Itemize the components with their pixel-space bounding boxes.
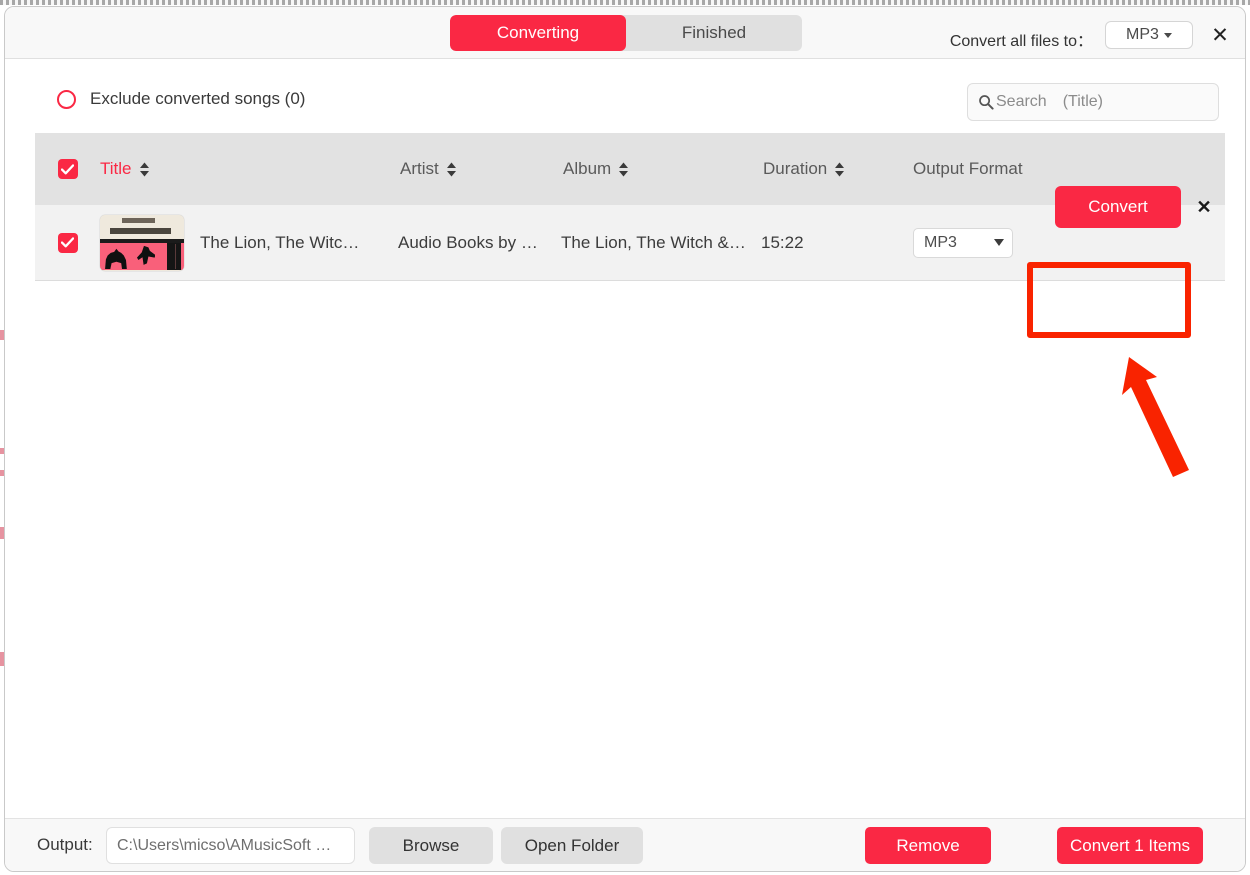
album-cover-image xyxy=(100,214,184,271)
remove-button[interactable]: Remove xyxy=(865,827,991,864)
column-header-output-format: Output Format xyxy=(913,159,1023,179)
column-header-title-label: Title xyxy=(100,159,132,178)
check-icon xyxy=(61,237,74,248)
column-header-album[interactable]: Album xyxy=(563,159,763,179)
cell-duration: 15:22 xyxy=(761,232,804,252)
window-top-edge-strip xyxy=(0,0,1250,5)
tab-finished[interactable]: Finished xyxy=(626,15,802,51)
radio-icon[interactable] xyxy=(57,89,76,109)
window-header: Converting Finished Convert all files to… xyxy=(5,7,1245,59)
convert-all-format-dropdown[interactable]: MP3 xyxy=(1105,21,1193,49)
open-folder-button[interactable]: Open Folder xyxy=(501,827,643,864)
column-header-artist[interactable]: Artist xyxy=(400,159,563,179)
tab-converting[interactable]: Converting xyxy=(450,15,626,51)
search-icon xyxy=(979,95,994,110)
remove-row-icon[interactable]: ✕ xyxy=(1195,197,1213,217)
column-header-duration-label: Duration xyxy=(763,159,828,178)
cell-title: The Lion, The Witc… xyxy=(200,232,360,252)
sort-icon xyxy=(139,162,149,176)
chevron-down-icon xyxy=(994,239,1004,246)
row-select-cell xyxy=(35,232,100,253)
row-checkbox[interactable] xyxy=(57,232,78,253)
album-art-cell xyxy=(100,214,200,271)
column-header-output-format-label: Output Format xyxy=(913,159,1023,178)
column-header-duration[interactable]: Duration xyxy=(763,159,913,179)
tab-bar: Converting Finished xyxy=(450,15,802,51)
close-icon[interactable]: ✕ xyxy=(1209,24,1231,46)
cell-artist: Audio Books by … xyxy=(398,232,538,252)
column-header-title[interactable]: Title xyxy=(100,159,400,179)
convert-all-files-label: Convert all files to： xyxy=(949,33,1093,50)
convert-button[interactable]: Convert xyxy=(1055,186,1181,228)
select-all-checkbox[interactable] xyxy=(57,159,78,179)
main-content: Exclude converted songs (0) Search (Titl… xyxy=(5,59,1245,819)
chevron-down-icon xyxy=(1163,32,1172,38)
sort-icon xyxy=(446,162,456,176)
cell-output-format: MP3 xyxy=(913,227,1013,258)
output-label: Output: xyxy=(37,835,93,854)
output-path-input[interactable] xyxy=(106,827,355,864)
column-header-album-label: Album xyxy=(563,159,612,178)
converter-window: Converting Finished Convert all files to… xyxy=(4,6,1246,872)
check-icon xyxy=(61,163,74,174)
row-format-value: MP3 xyxy=(924,233,957,251)
songs-table: Title Artist Album Duration Output Forma… xyxy=(35,133,1225,281)
cover-dark-line xyxy=(174,244,177,270)
convert-all-format-value: MP3 xyxy=(1126,26,1159,43)
cover-text-line-1 xyxy=(121,218,156,223)
annotation-arrow-icon xyxy=(1122,357,1189,477)
window-footer: Output: Browse Open Folder Remove Conver… xyxy=(5,818,1245,871)
cover-text-line-2 xyxy=(110,227,171,234)
search-input[interactable] xyxy=(996,93,1208,111)
exclude-converted-songs-toggle[interactable]: Exclude converted songs (0) xyxy=(57,89,305,109)
row-format-dropdown[interactable]: MP3 xyxy=(913,227,1013,258)
convert-items-button[interactable]: Convert 1 Items xyxy=(1057,827,1203,864)
select-all-cell xyxy=(35,159,100,179)
cell-album: The Lion, The Witch &… xyxy=(561,232,746,252)
browse-button[interactable]: Browse xyxy=(369,827,493,864)
exclude-converted-songs-label: Exclude converted songs (0) xyxy=(90,89,306,108)
column-header-artist-label: Artist xyxy=(400,159,439,178)
table-header-row: Title Artist Album Duration Output Forma… xyxy=(35,133,1225,205)
sort-icon xyxy=(835,162,845,176)
sort-icon xyxy=(619,162,629,176)
table-row[interactable]: The Lion, The Witc… Audio Books by … The… xyxy=(35,186,1225,281)
cell-actions: Convert ✕ xyxy=(1055,133,1225,281)
search-box[interactable] xyxy=(967,83,1219,121)
